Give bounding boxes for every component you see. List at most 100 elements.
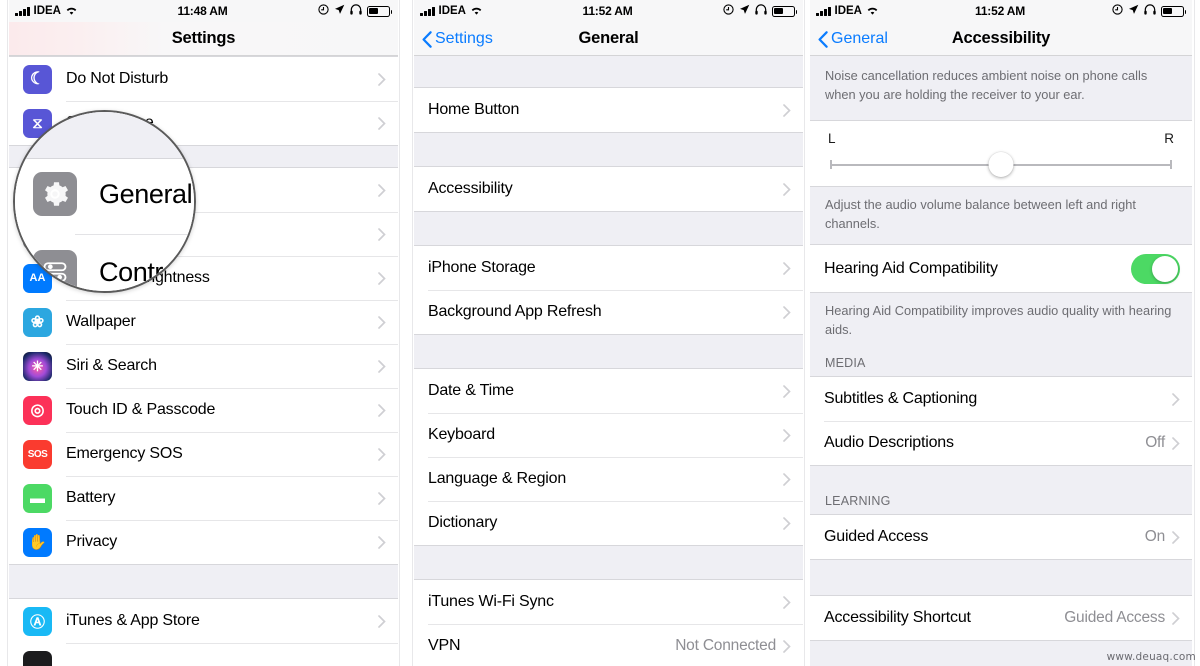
settings-row-wallet[interactable] [9,643,398,666]
settings-row-emergency-sos[interactable]: SOS Emergency SOS [9,432,398,476]
accessibility-list[interactable]: Noise cancellation reduces ambient noise… [810,56,1192,666]
row-label: Background App Refresh [428,303,602,320]
settings-row-battery[interactable]: ▬ Battery [9,476,398,520]
nav-bar: Settings [9,22,398,56]
general-row-dictionary[interactable]: Dictionary [414,501,803,545]
back-button-general[interactable]: General [818,22,888,56]
row-guided-access[interactable]: Guided Access On [810,515,1192,560]
general-row-language-region[interactable]: Language & Region [414,457,803,501]
magnifier-label-general: General [99,178,193,209]
status-bar: IDEA 11:52 AM [810,0,1192,22]
list-gap [810,560,1192,596]
row-label: Siri & Search [66,357,157,374]
row-label: iTunes Wi-Fi Sync [428,593,554,610]
settings-row-touch-id[interactable]: ◎ Touch ID & Passcode [9,388,398,432]
status-bar: IDEA 11:52 AM [414,0,803,22]
row-label: VPN [428,637,461,654]
hand-icon: ✋ [23,527,52,557]
chevron-right-icon [783,639,791,653]
page-title: Accessibility [951,29,1051,47]
back-button-settings[interactable]: Settings [422,22,493,56]
siri-icon: ✳ [23,351,52,381]
row-hearing-aid-compatibility[interactable]: Hearing Aid Compatibility [810,245,1192,293]
list-gap [414,546,803,579]
section-header-media: MEDIA [810,350,1192,377]
chevron-right-icon [378,315,386,329]
shortcut-group: Accessibility Shortcut Guided Access [810,595,1192,642]
settings-row-wallpaper[interactable]: ❀ Wallpaper [9,300,398,344]
page-title: Settings [171,29,236,47]
status-left: IDEA [816,5,975,17]
general-row-accessibility[interactable]: Accessibility [414,167,803,211]
chevron-right-icon [378,535,386,549]
chevron-right-icon [1172,392,1180,406]
status-bar: IDEA 11:48 AM [9,0,398,22]
wifi-icon [65,6,78,16]
battery-settings-icon: ▬ [23,483,52,513]
watermark: www.deuaq.com [1106,651,1196,663]
chevron-right-icon [378,183,386,197]
row-label: Guided Access [824,528,929,546]
row-audio-descriptions[interactable]: Audio Descriptions Off [810,421,1192,466]
chevron-right-icon [783,428,791,442]
sos-icon: SOS [23,439,52,469]
row-label: Keyboard [428,426,495,443]
general-list[interactable]: Home Button Accessibility iPhone Storage [414,56,803,666]
general-row-home-button[interactable]: Home Button [414,88,803,132]
hearing-aid-toggle[interactable] [1131,253,1180,284]
general-row-itunes-wifi-sync[interactable]: iTunes Wi-Fi Sync [414,580,803,624]
settings-row-do-not-disturb[interactable]: ☾ Do Not Disturb [9,57,398,101]
balance-slider-track[interactable] [826,152,1176,178]
general-row-vpn[interactable]: VPN Not Connected [414,624,803,666]
phone-edge-left [0,0,8,666]
row-label: Privacy [66,533,118,550]
chevron-right-icon [783,384,791,398]
slider-thumb[interactable] [988,152,1014,178]
settings-row-itunes-app-store[interactable]: Ⓐ iTunes & App Store [9,599,398,643]
fingerprint-icon: ◎ [23,395,52,425]
carrier-label: IDEA [438,5,466,17]
row-label: Do Not Disturb [66,70,169,87]
row-value: Off [1145,434,1165,452]
chevron-right-icon [1172,611,1180,625]
screen-settings: IDEA 11:48 AM Settings ☾ Do Not Disturb … [9,0,398,666]
row-label: Accessibility [428,180,513,197]
section-header-learning: LEARNING [810,488,1192,515]
chevron-right-icon [783,182,791,196]
status-right [228,4,393,18]
status-right [633,4,798,18]
row-value: On [1144,528,1165,546]
battery-icon [772,5,798,17]
media-group: Subtitles & Captioning Audio Description… [810,376,1192,467]
chevron-right-icon [783,516,791,530]
row-accessibility-shortcut[interactable]: Accessibility Shortcut Guided Access [810,596,1192,641]
page-title: General [578,29,639,47]
chevron-right-icon [378,491,386,505]
settings-group-3: Ⓐ iTunes & App Store [9,598,398,666]
app-store-icon: Ⓐ [23,606,52,636]
general-row-background-app-refresh[interactable]: Background App Refresh [414,290,803,334]
chevron-right-icon [378,403,386,417]
phone-panel-general: IDEA 11:52 AM Settings General Home Butt… [405,0,810,666]
general-group-4: Date & Time Keyboard Language & Region D… [414,368,803,546]
row-label: Accessibility Shortcut [824,609,971,627]
row-subtitles-captioning[interactable]: Subtitles & Captioning [810,377,1192,422]
phone-panel-settings: IDEA 11:48 AM Settings ☾ Do Not Disturb … [0,0,405,666]
list-gap [9,565,398,598]
list-gap [414,133,803,166]
general-row-iphone-storage[interactable]: iPhone Storage [414,246,803,290]
row-value: Guided Access [1064,609,1165,627]
wifi-icon [866,6,879,16]
nav-bar: General Accessibility [810,22,1192,56]
chevron-right-icon [783,595,791,609]
alarm-icon [318,4,329,18]
location-arrow-icon [334,4,345,18]
general-row-keyboard[interactable]: Keyboard [414,413,803,457]
settings-row-siri-search[interactable]: ✳ Siri & Search [9,344,398,388]
status-clock: 11:52 AM [975,4,1025,18]
phone-panel-accessibility: IDEA 11:52 AM General Accessibility Nois… [810,0,1200,666]
balance-slider-cell[interactable]: L R [810,120,1192,188]
settings-row-privacy[interactable]: ✋ Privacy [9,520,398,564]
chevron-right-icon [378,359,386,373]
general-row-date-time[interactable]: Date & Time [414,369,803,413]
